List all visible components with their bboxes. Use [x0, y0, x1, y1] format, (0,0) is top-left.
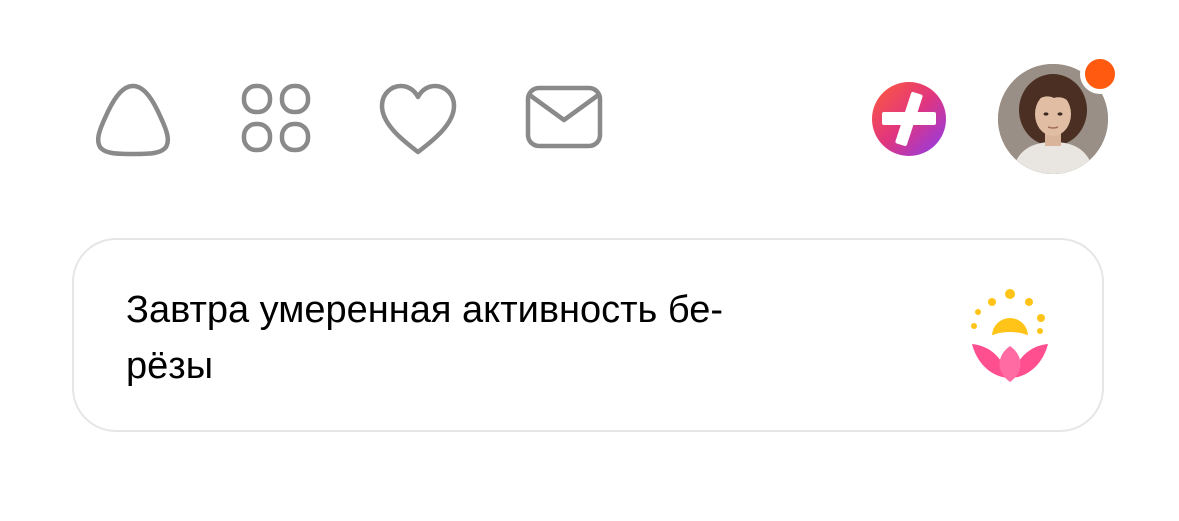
- yandex-plus-button[interactable]: [870, 80, 948, 158]
- alice-button[interactable]: [94, 80, 172, 158]
- pollen-forecast-card[interactable]: Завтра умеренная активность бе- рёзы: [72, 238, 1104, 432]
- heart-icon: [379, 83, 457, 155]
- mail-button[interactable]: [524, 84, 604, 150]
- services-button[interactable]: [240, 82, 312, 154]
- services-grid-icon: [241, 83, 311, 153]
- alice-icon: [95, 83, 171, 157]
- yandex-plus-icon: [872, 82, 946, 156]
- favorites-button[interactable]: [378, 82, 458, 158]
- profile-button[interactable]: [998, 54, 1120, 174]
- mail-icon: [525, 85, 603, 149]
- pollen-flower-sun-icon: [971, 289, 1048, 388]
- notification-badge: [1080, 54, 1120, 94]
- pollen-forecast-text: Завтра умеренная активность бе- рёзы: [126, 289, 724, 387]
